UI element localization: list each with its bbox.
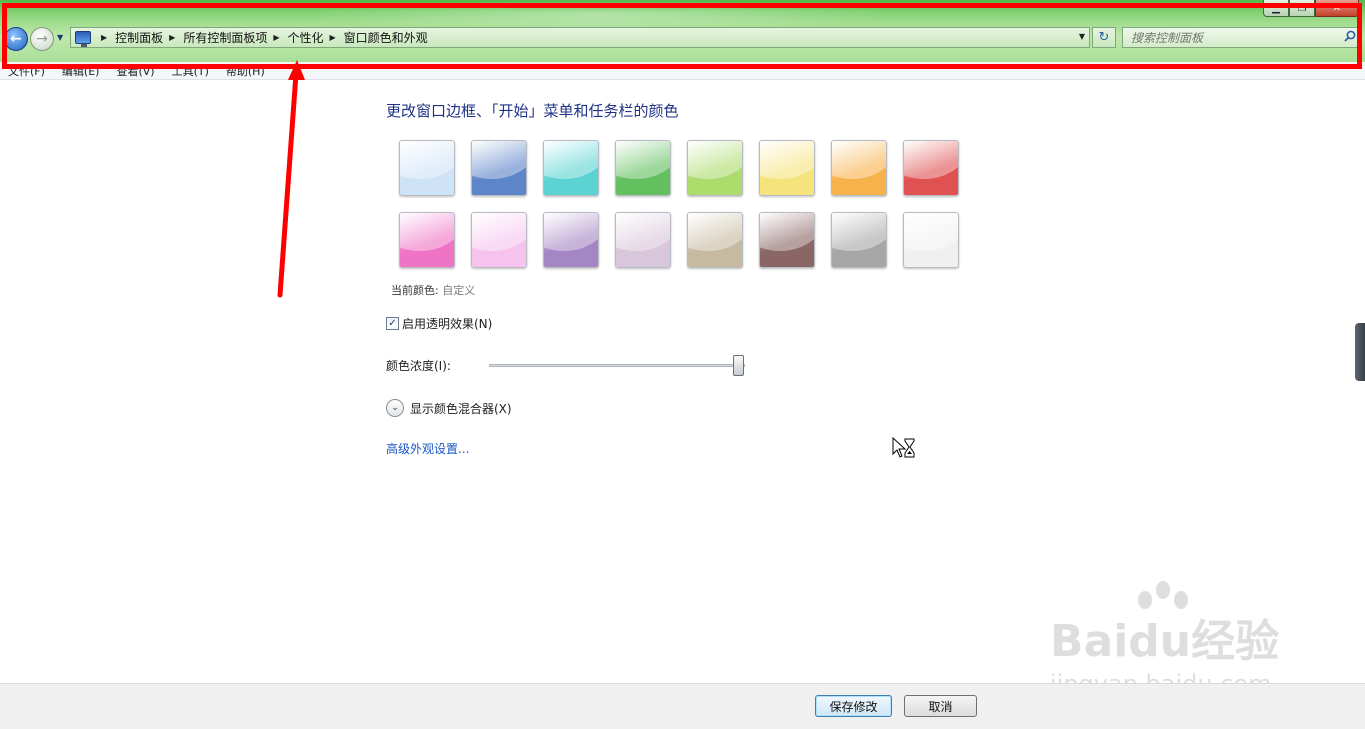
busy-cursor-icon bbox=[892, 437, 915, 458]
footer-bar: 保存修改 取消 bbox=[0, 683, 1365, 729]
color-swatch-sky[interactable] bbox=[399, 140, 455, 196]
transparency-option[interactable]: ✓ 启用透明效果(N) bbox=[386, 315, 492, 332]
search-box[interactable] bbox=[1122, 27, 1360, 48]
breadcrumb-separator[interactable]: ▶ bbox=[101, 33, 107, 42]
transparency-checkbox[interactable]: ✓ bbox=[386, 317, 399, 330]
color-swatch-lavender[interactable] bbox=[615, 212, 671, 268]
maximize-button[interactable]: ❐ bbox=[1289, 0, 1315, 17]
color-swatch-fuchsia[interactable] bbox=[399, 212, 455, 268]
color-swatch-lime[interactable] bbox=[687, 140, 743, 196]
breadcrumb-separator[interactable]: ▶ bbox=[169, 33, 175, 42]
color-swatch-sun[interactable] bbox=[759, 140, 815, 196]
color-swatch-sea[interactable] bbox=[543, 140, 599, 196]
arrow-left-icon: ← bbox=[10, 31, 22, 47]
color-swatch-ruby[interactable] bbox=[903, 140, 959, 196]
color-mixer-label[interactable]: 显示颜色混合器(X) bbox=[410, 400, 512, 417]
baidu-watermark: Baidu经验 jingyan.baidu.com bbox=[1045, 580, 1295, 700]
intensity-slider-thumb[interactable] bbox=[733, 355, 744, 376]
control-panel-icon bbox=[75, 31, 91, 47]
breadcrumb-item-window-color[interactable]: 窗口颜色和外观 bbox=[344, 29, 428, 46]
breadcrumb-separator[interactable]: ▶ bbox=[273, 33, 279, 42]
color-mixer-expander[interactable]: ⌄ 显示颜色混合器(X) bbox=[386, 399, 512, 417]
recent-pages-dropdown[interactable]: ▼ bbox=[57, 33, 63, 42]
current-color-row: 当前颜色: 自定义 bbox=[391, 282, 475, 298]
paw-icon bbox=[1138, 581, 1188, 609]
minimize-button[interactable]: ▁ bbox=[1263, 0, 1289, 17]
address-history-dropdown[interactable]: ▼ bbox=[1079, 32, 1085, 41]
annotation-arrow bbox=[277, 60, 305, 298]
advanced-appearance-link[interactable]: 高级外观设置... bbox=[386, 440, 469, 457]
page-title: 更改窗口边框、「开始」菜单和任务栏的颜色 bbox=[386, 102, 679, 120]
menu-tools[interactable]: 工具(T) bbox=[172, 63, 209, 79]
back-button[interactable]: ← bbox=[4, 27, 28, 51]
address-bar[interactable]: ▶ 控制面板 ▶ 所有控制面板项 ▶ 个性化 ▶ 窗口颜色和外观 ▼ bbox=[70, 27, 1090, 48]
search-input[interactable] bbox=[1123, 30, 1341, 45]
transparency-label[interactable]: 启用透明效果(N) bbox=[402, 315, 492, 332]
breadcrumb-separator[interactable]: ▶ bbox=[330, 33, 336, 42]
color-swatch-chocolate[interactable] bbox=[759, 212, 815, 268]
menu-view[interactable]: 查看(V) bbox=[116, 63, 154, 79]
menu-file[interactable]: 文件(F) bbox=[8, 63, 45, 79]
side-panel-handle[interactable] bbox=[1355, 323, 1365, 381]
watermark-logo: Baidu经验 bbox=[1050, 616, 1280, 667]
cancel-button[interactable]: 取消 bbox=[904, 695, 977, 717]
refresh-button[interactable]: ↻ bbox=[1092, 27, 1116, 48]
color-swatch-leaf[interactable] bbox=[615, 140, 671, 196]
window-controls: ▁ ❐ ✕ bbox=[1263, 0, 1359, 17]
search-icon[interactable] bbox=[1341, 30, 1359, 45]
breadcrumb-item-control-panel[interactable]: 控制面板 bbox=[115, 29, 163, 46]
menu-edit[interactable]: 编辑(E) bbox=[62, 63, 100, 79]
forward-button[interactable]: → bbox=[30, 27, 54, 51]
color-swatch-frost[interactable] bbox=[903, 212, 959, 268]
color-swatch-twilight[interactable] bbox=[471, 140, 527, 196]
color-swatch-taupe[interactable] bbox=[687, 212, 743, 268]
intensity-slider-track[interactable] bbox=[489, 364, 745, 367]
menu-bar: 文件(F) 编辑(E) 查看(V) 工具(T) 帮助(H) bbox=[0, 62, 1365, 80]
current-color-label: 当前颜色: bbox=[391, 284, 439, 297]
breadcrumb-item-personalization[interactable]: 个性化 bbox=[288, 29, 324, 46]
menu-help[interactable]: 帮助(H) bbox=[226, 63, 265, 79]
current-color-value: 自定义 bbox=[442, 284, 476, 297]
close-button[interactable]: ✕ bbox=[1315, 0, 1359, 17]
color-swatch-violet[interactable] bbox=[543, 212, 599, 268]
arrow-right-icon: → bbox=[36, 31, 48, 47]
save-changes-button[interactable]: 保存修改 bbox=[815, 695, 892, 717]
color-swatch-pumpkin[interactable] bbox=[831, 140, 887, 196]
title-bar: ▁ ❐ ✕ ← → ▼ ▶ 控制面板 ▶ 所有控制面板项 ▶ 个性化 ▶ 窗口颜… bbox=[0, 0, 1365, 62]
chevron-down-icon[interactable]: ⌄ bbox=[386, 399, 404, 417]
color-swatch-blush[interactable] bbox=[471, 212, 527, 268]
color-swatch-slate[interactable] bbox=[831, 212, 887, 268]
intensity-label: 颜色浓度(I): bbox=[386, 359, 451, 373]
refresh-icon: ↻ bbox=[1098, 30, 1110, 45]
magnifier-icon bbox=[1344, 30, 1356, 42]
breadcrumb-item-all-items[interactable]: 所有控制面板项 bbox=[183, 29, 267, 46]
